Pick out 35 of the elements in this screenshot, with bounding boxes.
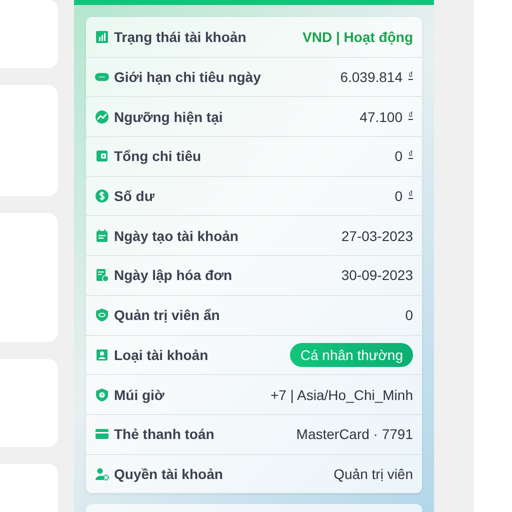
- field-value: Quản trị viên: [334, 466, 413, 482]
- invoice-icon: [95, 268, 109, 282]
- field-label: Múi giờ: [114, 386, 164, 403]
- field-value: 6.039.814 $^{₫}$: [340, 69, 413, 86]
- field-value: 30-09-2023: [341, 267, 413, 284]
- field-label: Quản trị viên ẩn: [114, 307, 220, 324]
- field-value: +7 | Asia/Ho_Chi_Minh: [270, 386, 413, 403]
- shield-eye-icon: [95, 308, 109, 322]
- field-value: 27-03-2023: [341, 228, 413, 244]
- field-value: MasterCard · 7791: [296, 426, 413, 442]
- calendar-icon: [95, 228, 109, 243]
- trend-icon: [95, 110, 109, 124]
- field-label: Thẻ thanh toán: [114, 426, 214, 442]
- field-value: 0: [405, 307, 413, 324]
- bar-chart-icon: [95, 30, 109, 44]
- id-card-icon: [95, 348, 109, 362]
- field-label: Trạng thái tài khoản: [114, 28, 246, 45]
- dollar-icon: [95, 189, 109, 204]
- credit-card-icon: [95, 427, 109, 442]
- field-label: Loại tài khoản: [114, 346, 208, 363]
- account-type-badge: Cá nhân thường: [290, 342, 413, 367]
- status-value: VND | Hoạt động: [302, 28, 413, 45]
- field-label: Ngày lập hóa đơn: [114, 267, 232, 284]
- field-label: Tổng chi tiêu: [114, 148, 202, 164]
- wallet-icon: [95, 149, 109, 164]
- field-value: 47.100 $^{₫}$: [360, 108, 413, 125]
- field-label: Quyền tài khoản: [114, 466, 223, 482]
- field-label: Ngày tạo tài khoản: [114, 228, 238, 244]
- field-value: 0 $^{₫}$: [394, 148, 413, 164]
- field-label: Ngưỡng hiện tại: [114, 108, 223, 125]
- field-label: Số dư: [114, 188, 154, 204]
- field-value: 0 $^{₫}$: [394, 188, 413, 204]
- user-gear-icon: [95, 466, 109, 481]
- shield-clock-icon: [95, 388, 109, 402]
- field-label: Giới hạn chi tiêu ngày: [114, 69, 261, 86]
